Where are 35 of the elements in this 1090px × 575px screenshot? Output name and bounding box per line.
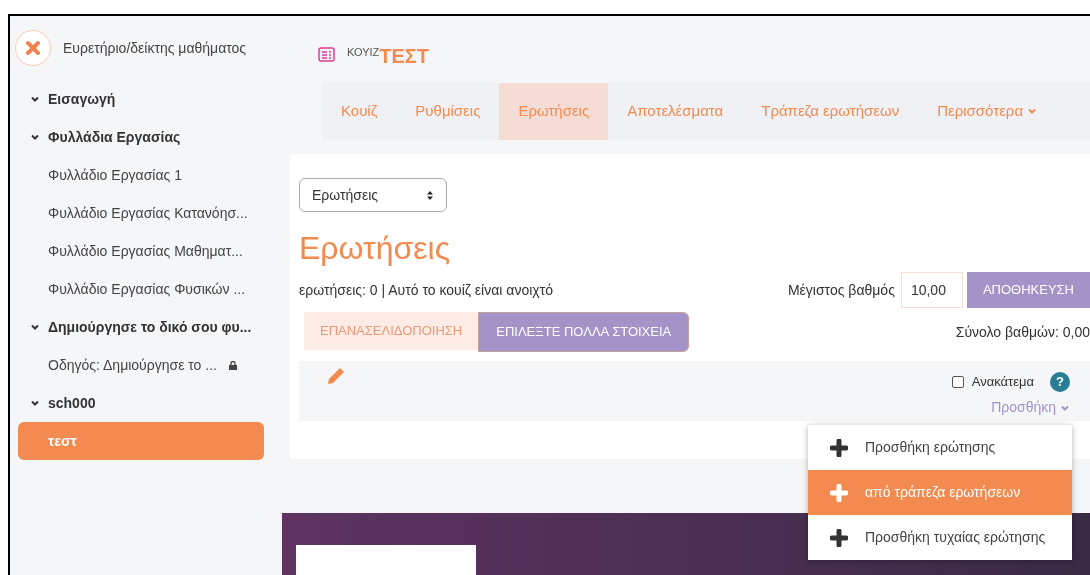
sidebar-item[interactable]: Φυλλάδιο Εργασίας 1: [10, 156, 272, 194]
sidebar-item[interactable]: Φυλλάδιο Εργασίας Φυσικών ...: [10, 270, 272, 308]
quiz-info: ερωτήσεις: 0 | Αυτό το κουίζ είναι ανοιχτό: [299, 280, 553, 300]
close-icon: [25, 40, 41, 56]
page-select[interactable]: Ερωτήσεις: [299, 178, 447, 213]
chevron-down-icon: [30, 398, 40, 408]
shuffle-checkbox[interactable]: [951, 376, 964, 389]
section-link[interactable]: Φυλλάδια Εργασίας: [10, 118, 272, 156]
total-marks: Σύνολο βαθμών: 0,00: [955, 322, 1090, 342]
quiz-title: ΤΕΣΤ: [379, 46, 430, 67]
page-heading: Ερωτήσεις: [299, 229, 452, 269]
section-link[interactable]: sch000: [10, 384, 272, 422]
sidebar-item[interactable]: Φυλλάδιο Εργασίας Μαθηματ...: [10, 232, 272, 270]
menu-item[interactable]: Προσθήκη τυχαίας ερώτησης: [808, 515, 1072, 561]
plus-icon: [830, 438, 848, 457]
max-grade-label: Μέγιστος βαθμός: [787, 280, 895, 300]
activity-type-label: ΚΟΥΙΖ: [347, 45, 380, 59]
max-grade-field[interactable]: 10,00: [900, 272, 963, 309]
lock-icon: [228, 360, 237, 370]
quiz-icon: [318, 47, 335, 63]
close-button[interactable]: [15, 30, 51, 66]
plus-icon: [830, 528, 848, 547]
sidebar-title: Ευρετήριο/δείκτης μαθήματος: [63, 38, 247, 58]
chevron-down-icon: [30, 132, 40, 142]
sort-arrows-icon: [426, 189, 434, 201]
sidebar-item[interactable]: Φυλλάδιο Εργασίας Κατανόησ...: [10, 194, 272, 232]
shuffle-label: Ανακάτεμα: [971, 373, 1034, 392]
menu-item[interactable]: Προσθήκη ερώτησης: [808, 425, 1072, 471]
plus-icon: [830, 483, 848, 502]
chevron-down-icon: [30, 322, 40, 332]
help-icon[interactable]: ?: [1050, 372, 1070, 393]
sidebar-item[interactable]: Οδηγός: Δημιούργησε το ...: [10, 346, 272, 384]
chevron-down-icon: [30, 94, 40, 104]
section-link[interactable]: Δημιούργησε το δικό σου φυ...: [10, 308, 272, 346]
section-link[interactable]: Εισαγωγή: [10, 80, 272, 118]
